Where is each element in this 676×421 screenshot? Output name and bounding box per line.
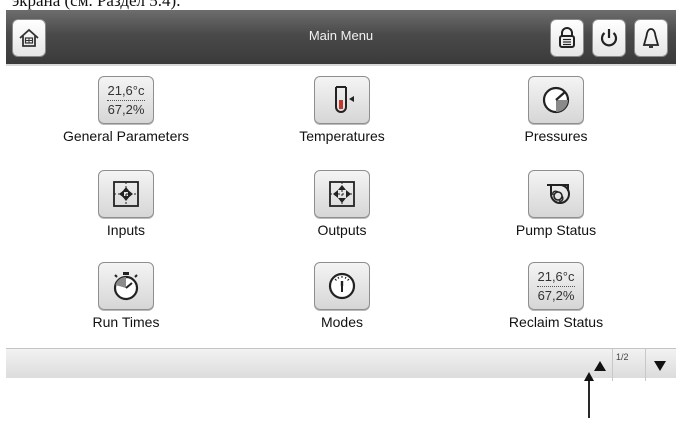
stopwatch-icon <box>113 272 139 301</box>
page-indicator: 1/2 <box>616 352 629 362</box>
temperatures-tile[interactable] <box>314 76 370 124</box>
menu-item-pump-status[interactable]: Pump Status <box>456 164 656 258</box>
triangle-up-icon <box>594 361 606 371</box>
readout-temperature: 21,6°c <box>537 268 575 284</box>
inputs-label: Inputs <box>106 222 146 238</box>
run-times-label: Run Times <box>92 314 160 330</box>
hmi-screen: Main Menu 21,6°c 67,2% General Parameter… <box>6 10 676 381</box>
run-times-tile[interactable] <box>98 262 154 310</box>
pointer-arrow-icon <box>584 372 594 418</box>
readout-divider <box>107 99 145 101</box>
pressures-tile[interactable] <box>528 76 584 124</box>
lock-icon <box>559 27 575 48</box>
header-bar: Main Menu <box>6 10 676 66</box>
menu-item-outputs[interactable]: Outputs <box>242 164 442 258</box>
modes-tile[interactable] <box>314 262 370 310</box>
readout-temperature: 21,6°c <box>107 82 145 98</box>
inputs-tile[interactable] <box>98 170 154 218</box>
outputs-arrows-icon <box>329 181 355 207</box>
general-parameters-tile[interactable]: 21,6°c 67,2% <box>98 76 154 124</box>
readout-humidity: 67,2% <box>537 287 575 303</box>
alarm-bell-icon <box>642 28 660 48</box>
readout-humidity: 67,2% <box>107 101 145 117</box>
main-menu-grid: 21,6°c 67,2% General Parameters Temperat… <box>6 66 676 348</box>
readout-divider <box>537 285 575 287</box>
document-caption: экрана (см. Раздел 5.4). <box>12 0 181 10</box>
pressures-label: Pressures <box>524 128 588 144</box>
menu-item-pressures[interactable]: Pressures <box>456 70 656 164</box>
outputs-tile[interactable] <box>314 170 370 218</box>
thermometer-icon <box>335 86 354 113</box>
general-parameters-label: General Parameters <box>62 128 190 144</box>
power-icon <box>600 29 618 47</box>
power-button[interactable] <box>592 19 626 57</box>
menu-item-modes[interactable]: Modes <box>242 256 442 350</box>
reclaim-status-label: Reclaim Status <box>508 314 604 330</box>
menu-item-run-times[interactable]: Run Times <box>26 256 226 350</box>
menu-item-inputs[interactable]: Inputs <box>26 164 226 258</box>
pump-status-label: Pump Status <box>515 222 597 238</box>
menu-item-temperatures[interactable]: Temperatures <box>242 70 442 164</box>
inputs-arrows-icon <box>113 181 139 207</box>
footer-bar: 1/2 <box>6 348 676 381</box>
modes-label: Modes <box>320 314 364 330</box>
outputs-label: Outputs <box>317 222 367 238</box>
menu-item-general-parameters[interactable]: 21,6°c 67,2% General Parameters <box>26 70 226 164</box>
pump-icon <box>547 184 570 204</box>
triangle-down-icon <box>654 361 666 371</box>
modes-dial-icon <box>328 272 356 300</box>
pressure-gauge-icon <box>542 86 570 114</box>
pump-status-tile[interactable] <box>528 170 584 218</box>
lock-button[interactable] <box>550 19 584 57</box>
temperatures-label: Temperatures <box>299 128 385 144</box>
page-down-button[interactable] <box>652 357 668 375</box>
alarm-button[interactable] <box>634 19 668 57</box>
reclaim-status-tile[interactable]: 21,6°c 67,2% <box>528 262 584 310</box>
menu-item-reclaim-status[interactable]: 21,6°c 67,2% Reclaim Status <box>456 256 656 350</box>
